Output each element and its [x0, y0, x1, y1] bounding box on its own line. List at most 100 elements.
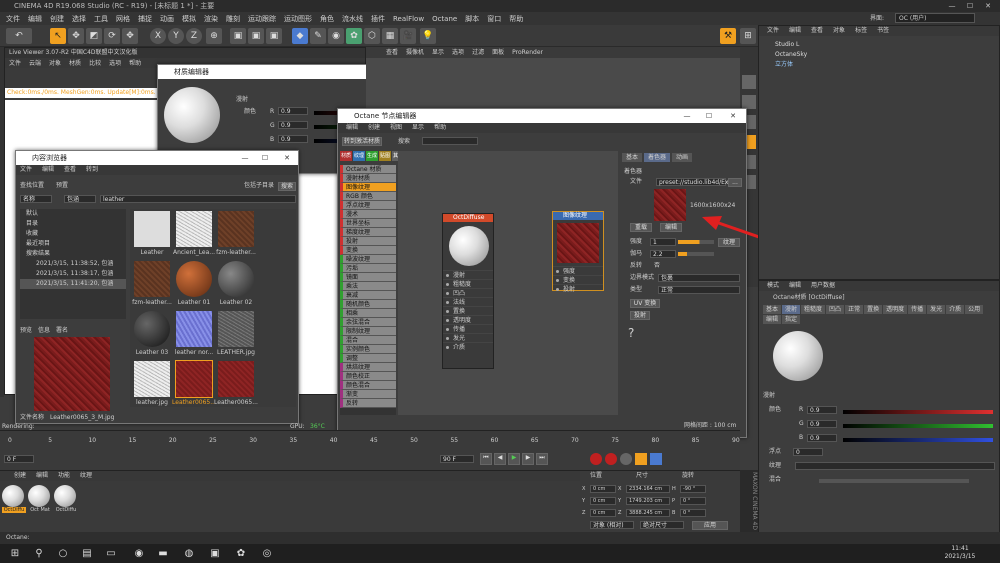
- coord-size-select[interactable]: 绝对尺寸: [640, 521, 684, 529]
- rotate-icon[interactable]: ⟳: [104, 28, 120, 44]
- viewport-menu-item-4[interactable]: 过滤: [472, 47, 484, 58]
- min-icon[interactable]: —: [678, 109, 696, 123]
- lv-menu-item-6[interactable]: 帮助: [129, 58, 141, 68]
- search-icon[interactable]: ⚲: [32, 547, 46, 561]
- close-button[interactable]: ✕: [980, 0, 996, 12]
- cb-thumb-image[interactable]: [176, 261, 212, 297]
- cb-thumb-image[interactable]: [134, 211, 170, 247]
- objects-tab-2[interactable]: 查看: [811, 26, 823, 36]
- ne-node-item[interactable]: 噪波纹理: [340, 255, 396, 264]
- cb-tree-item[interactable]: 2021/3/15, 11:38:52, 包涵: [20, 259, 126, 269]
- lv-menu-item-3[interactable]: 材质: [69, 58, 81, 68]
- mode-icon-1[interactable]: [742, 75, 756, 89]
- viewport-menu-item-1[interactable]: 摄像机: [406, 47, 424, 58]
- attr-tab[interactable]: 指定: [782, 315, 801, 324]
- pen-icon[interactable]: ✎: [310, 28, 326, 44]
- ne-node-item[interactable]: Octane 材质: [340, 165, 396, 174]
- attr-tab[interactable]: 传播: [908, 305, 927, 314]
- menu-item-17[interactable]: Octane: [432, 15, 457, 23]
- node-port[interactable]: 介质: [443, 342, 493, 351]
- cb-tree-item[interactable]: 目录: [20, 219, 126, 229]
- wechat-icon[interactable]: ◍: [182, 547, 196, 561]
- node-image-texture[interactable]: 图像纹理 强度 变换 投射: [552, 211, 604, 293]
- node-port[interactable]: 漫射: [443, 270, 493, 279]
- ne-gamma-field[interactable]: 2.2: [650, 250, 676, 258]
- c4d-taskbar-icon[interactable]: ◎: [260, 547, 274, 561]
- ne-file-field[interactable]: preset://studio.lib4d/Ex: [656, 178, 728, 186]
- node-port[interactable]: 置换: [443, 306, 493, 315]
- cb-thumb-image[interactable]: [134, 361, 170, 397]
- cb-filter-select[interactable]: 包涵: [64, 195, 96, 203]
- coord-cell[interactable]: 0 °: [680, 497, 706, 505]
- viewport-menu-item-6[interactable]: ProRender: [512, 47, 543, 58]
- coord-cell[interactable]: 0 °: [680, 509, 706, 517]
- object-item[interactable]: Studio L: [775, 40, 999, 50]
- ne-tag-3[interactable]: 贴图: [379, 151, 392, 161]
- material-item[interactable]: OctDiffu: [54, 485, 78, 513]
- attr-tab[interactable]: 编辑: [763, 315, 782, 324]
- material-menu-item-0[interactable]: 创建: [14, 471, 26, 481]
- x-axis-icon[interactable]: X: [150, 28, 166, 44]
- record-icon[interactable]: [590, 453, 602, 465]
- next-key-icon[interactable]: ▶: [522, 453, 534, 465]
- ne-edit-button[interactable]: 编辑: [660, 223, 682, 232]
- material-item[interactable]: OctDiffu: [2, 485, 26, 513]
- attr-tab[interactable]: 正常: [845, 305, 864, 314]
- cb-tree-item[interactable]: 2021/3/15, 11:38:17, 包涵: [20, 269, 126, 279]
- cb-menu-item-0[interactable]: 文件: [20, 165, 32, 175]
- viewport-menu-item-3[interactable]: 选项: [452, 47, 464, 58]
- goto-active-material-button[interactable]: 转到激活材质: [342, 137, 382, 146]
- attr-texture-field[interactable]: [795, 462, 995, 470]
- menu-item-3[interactable]: 选择: [72, 14, 86, 24]
- coord-cell[interactable]: 0 cm: [590, 509, 616, 517]
- ne-node-item[interactable]: 漫射材质: [340, 174, 396, 183]
- max-icon[interactable]: ☐: [256, 151, 274, 165]
- deformer-icon[interactable]: ⬡: [364, 28, 380, 44]
- menu-item-20[interactable]: 帮助: [509, 14, 523, 24]
- cb-menu-item-1[interactable]: 编辑: [42, 165, 54, 175]
- objects-tab-4[interactable]: 标签: [855, 26, 867, 36]
- mat-b-field[interactable]: 0.9: [278, 135, 308, 143]
- ne-projection-button[interactable]: 投射: [630, 311, 650, 320]
- material-menu-item-3[interactable]: 纹理: [80, 471, 92, 481]
- render-settings-icon[interactable]: ▣: [266, 28, 282, 44]
- ne-power-field[interactable]: 1: [650, 238, 676, 246]
- cb-tree-item[interactable]: 默认: [20, 209, 126, 219]
- ne-node-item[interactable]: 颜色校正: [340, 372, 396, 381]
- mat-r-field[interactable]: 0.9: [278, 107, 308, 115]
- viewport-menu-item-2[interactable]: 显示: [432, 47, 444, 58]
- ne-node-item[interactable]: 实例颜色: [340, 345, 396, 354]
- world-icon[interactable]: ⊕: [206, 28, 222, 44]
- attr-b-slider[interactable]: [843, 438, 993, 442]
- ne-node-item[interactable]: 世界坐标: [340, 219, 396, 228]
- ne-file-browse[interactable]: ...: [728, 178, 742, 187]
- subdivision-icon[interactable]: ◉: [328, 28, 344, 44]
- material-item[interactable]: Oct Mat: [28, 485, 52, 513]
- layout-select[interactable]: OC (用户): [895, 13, 975, 23]
- ne-node-item[interactable]: 混合: [340, 336, 396, 345]
- attr-menu-item-0[interactable]: 模式: [767, 281, 779, 291]
- objects-tab-0[interactable]: 文件: [767, 26, 779, 36]
- attr-b-field[interactable]: 0.9: [807, 434, 837, 442]
- lv-menu-item-4[interactable]: 比较: [89, 58, 101, 68]
- frame-field[interactable]: 0 F: [4, 455, 34, 463]
- attr-r-field[interactable]: 0.9: [807, 406, 837, 414]
- node-port[interactable]: 传播: [443, 324, 493, 333]
- cb-tree-item[interactable]: 2021/3/15, 11:41:20, 包涵: [20, 279, 126, 289]
- attr-tab[interactable]: 粗糙度: [801, 305, 826, 314]
- lv-menu-item-0[interactable]: 文件: [9, 58, 21, 68]
- ne-invert-value[interactable]: 否: [654, 261, 660, 270]
- ne-prop-tab[interactable]: 基本: [622, 153, 643, 162]
- objects-tab-3[interactable]: 对象: [833, 26, 845, 36]
- close-icon[interactable]: ✕: [278, 151, 296, 165]
- task-view-icon[interactable]: ○: [56, 547, 70, 561]
- y-axis-icon[interactable]: Y: [168, 28, 184, 44]
- coord-mode-select[interactable]: 对象 (相对): [590, 521, 634, 529]
- menu-item-18[interactable]: 脚本: [465, 14, 479, 24]
- ne-tag-2[interactable]: 生成: [366, 151, 379, 161]
- cb-thumb-image[interactable]: [134, 311, 170, 347]
- viewport-menu-item-0[interactable]: 查看: [386, 47, 398, 58]
- folder-icon[interactable]: ▬: [156, 547, 170, 561]
- windows-start-icon[interactable]: ⊞: [8, 547, 22, 561]
- render-view-icon[interactable]: ▣: [230, 28, 246, 44]
